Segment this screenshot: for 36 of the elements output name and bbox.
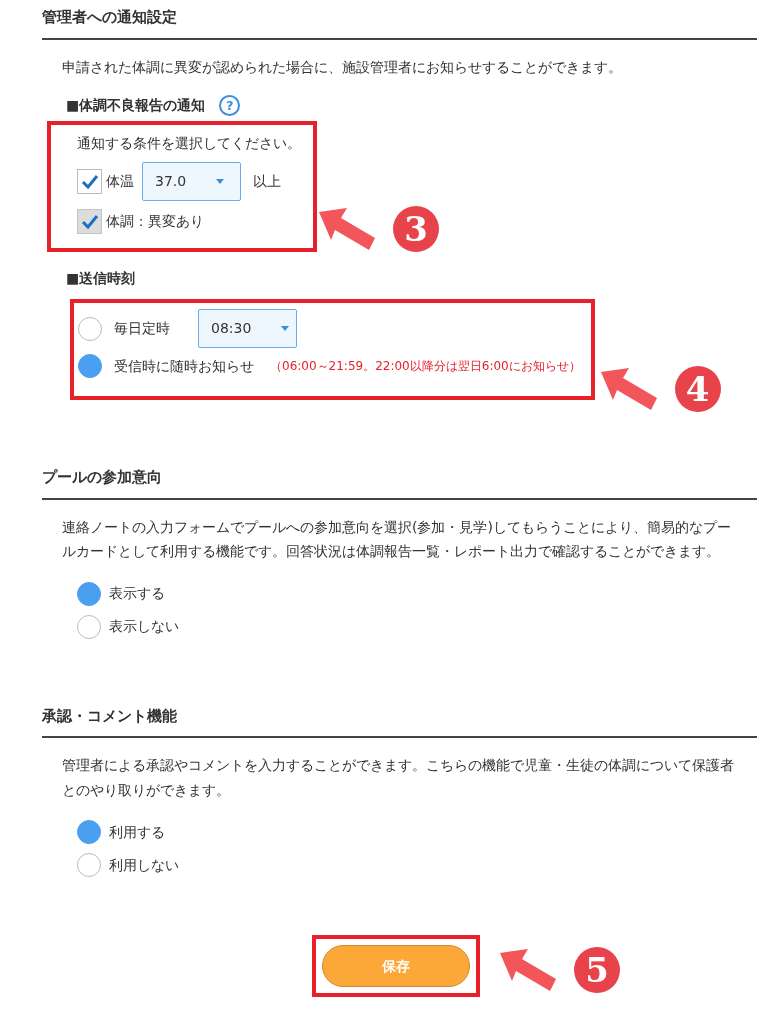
- radio-label: 利用する: [109, 822, 165, 842]
- checkbox-label: 体調：異変あり: [106, 212, 204, 231]
- radio-button[interactable]: [77, 581, 101, 606]
- subsection-heading: ■送信時刻: [66, 270, 136, 286]
- radio-button[interactable]: [78, 316, 102, 341]
- radio-label: 表示しない: [109, 617, 179, 636]
- suffix-text: 以上: [253, 172, 281, 191]
- description: 申請された体調に異変が認められた場合に、施設管理者にお知らせすることができます。: [61, 57, 623, 77]
- checkbox-label: 体温: [106, 172, 134, 191]
- annotation-arrow: [498, 947, 558, 993]
- radio-button[interactable]: [77, 614, 101, 639]
- step-number: 5: [574, 947, 620, 993]
- radio-button[interactable]: [77, 853, 101, 877]
- caret-icon: [216, 179, 225, 184]
- radio-label: 利用しない: [109, 855, 179, 875]
- section-title: 管理者への通知設定: [42, 0, 757, 40]
- annotation-arrow: [598, 366, 659, 412]
- description: 連絡ノートの入力フォームでプールへの参加意向を選択(参加・見学)してもらうことにより、簡易的なプールカードとして利用する機能です。回答状況は体調報告一覧・レポート出力で確認することができます。: [61, 517, 732, 561]
- checkbox[interactable]: [77, 169, 102, 194]
- radio-label: 毎日定時: [114, 319, 170, 338]
- subsection-heading: ■体調不良報告の通知: [66, 96, 206, 115]
- caret-icon: [281, 326, 290, 331]
- step-number: 3: [393, 206, 439, 252]
- section-title: プールの参加意向: [42, 460, 757, 500]
- section-title: 承認・コメント機能: [42, 698, 757, 738]
- dropdown[interactable]: 08:30: [198, 309, 297, 348]
- note-text: （06:00～21:59。22:00以降分は翌日6:00にお知らせ）: [270, 358, 581, 375]
- annotation-arrow: [317, 206, 377, 252]
- dropdown[interactable]: 37.0: [142, 162, 241, 201]
- radio-button[interactable]: [77, 820, 101, 844]
- prompt-text: 通知する条件を選択してください。: [77, 134, 301, 153]
- radio-button[interactable]: [78, 354, 102, 378]
- radio-label: 表示する: [109, 584, 165, 603]
- radio-label: 受信時に随時お知らせ: [114, 356, 254, 376]
- step-number: 4: [674, 366, 721, 412]
- description: 管理者による承認やコメントを入力することができます。こちらの機能で児童・生徒の体調について保護者とのやり取りができます。: [61, 756, 735, 800]
